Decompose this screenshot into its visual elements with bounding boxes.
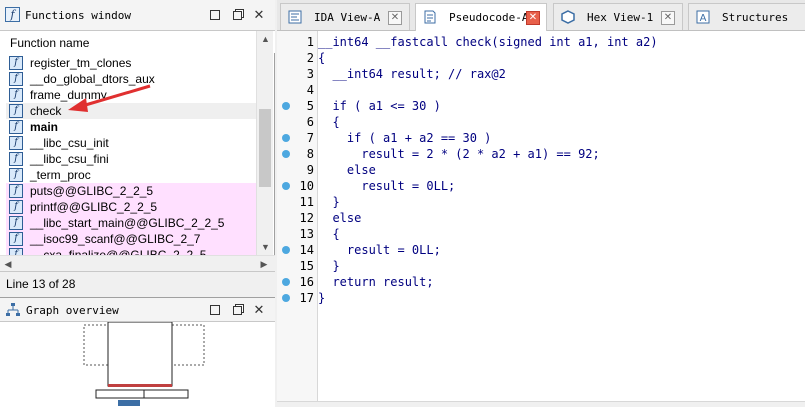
tab-close-icon[interactable]: ✕ [661,11,675,25]
code-text[interactable]: } [318,258,339,274]
pseudocode-view[interactable]: 1 __int64 __fastcall check(signed int a1,… [277,31,805,407]
restore-window-icon[interactable] [229,302,245,318]
line-status: Line 13 of 28 [6,277,76,291]
code-text[interactable]: } [318,194,339,210]
functions-window: f Functions window ✕ Function name f regi… [0,0,275,271]
graph-overview-canvas[interactable] [0,321,275,407]
code-text[interactable]: result = 2 * (2 * a2 + a1) == 92; [318,146,599,162]
code-text[interactable]: { [318,50,325,66]
code-line[interactable]: 14 result = 0LL; [277,242,805,258]
graph-icon [6,303,20,316]
tab-hex-view-1[interactable]: Hex View-1 ✕ [553,3,683,30]
line-number: 9 [306,163,314,177]
line-number: 2 [306,51,314,65]
line-number: 16 [299,275,314,289]
code-line[interactable]: 12 else [277,210,805,226]
code-text[interactable]: { [318,114,339,130]
code-line[interactable]: 15 } [277,258,805,274]
graph-overview-window: Graph overview ✕ [0,297,275,407]
code-line[interactable]: 11 } [277,194,805,210]
line-number: 1 [306,35,314,49]
code-text[interactable]: if ( a1 + a2 == 30 ) [318,130,492,146]
code-line[interactable]: 16 return result; [277,274,805,290]
code-text[interactable]: __int64 __fastcall check(signed int a1, … [318,34,658,50]
line-number: 17 [299,291,314,305]
graph-minimap[interactable] [0,321,275,407]
svg-text:A: A [700,13,707,24]
line-number: 3 [306,67,314,81]
ida-view-icon [288,10,302,24]
tab-pseudocode-a[interactable]: Pseudocode-A ✕ [415,3,547,31]
line-number: 7 [306,131,314,145]
status-bar: Line 13 of 28 [0,271,275,295]
tab-structures[interactable]: A Structures [688,3,805,30]
line-number: 4 [306,83,314,97]
tab-ida-view-a[interactable]: IDA View-A ✕ [280,3,410,30]
code-text[interactable]: } [318,290,325,306]
code-text[interactable]: else [318,162,376,178]
code-horizontal-scrollbar[interactable] [277,401,805,407]
close-icon[interactable]: ✕ [251,302,267,318]
code-line[interactable]: 3 __int64 result; // rax@2 [277,66,805,82]
code-text[interactable]: __int64 result; // rax@2 [318,66,505,82]
hex-view-icon [561,10,575,24]
code-line[interactable]: 2{ [277,50,805,66]
code-text[interactable]: else [318,210,361,226]
line-number: 13 [299,227,314,241]
code-line[interactable]: 10 result = 0LL; [277,178,805,194]
line-number: 11 [299,195,314,209]
code-line[interactable]: 5 if ( a1 <= 30 ) [277,98,805,114]
code-line[interactable]: 17} [277,290,805,306]
tab-close-icon[interactable]: ✕ [526,11,540,25]
code-text[interactable]: result = 0LL; [318,242,441,258]
line-number: 5 [306,99,314,113]
line-number: 15 [299,259,314,273]
line-number: 12 [299,211,314,225]
code-line[interactable]: 8 result = 2 * (2 * a2 + a1) == 92; [277,146,805,162]
graph-overview-title: Graph overview [26,304,119,317]
code-text[interactable]: if ( a1 <= 30 ) [318,98,440,114]
code-line[interactable]: 9 else [277,162,805,178]
code-text[interactable]: return result; [318,274,433,290]
code-text[interactable]: { [318,226,339,242]
graph-overview-titlebar: Graph overview ✕ [0,298,275,322]
line-number: 6 [306,115,314,129]
code-line[interactable]: 1 __int64 __fastcall check(signed int a1,… [277,34,805,50]
tab-close-icon[interactable]: ✕ [388,11,402,25]
annotation-arrow [68,84,151,112]
line-number: 14 [299,243,314,257]
pseudocode-icon [424,10,436,24]
line-number: 8 [306,147,314,161]
code-line[interactable]: 13 { [277,226,805,242]
structures-icon: A [696,10,710,24]
code-line[interactable]: 6 { [277,114,805,130]
code-line[interactable]: 4 [277,82,805,98]
code-text[interactable]: result = 0LL; [318,178,455,194]
tab-bar: IDA View-A ✕ Pseudocode-A ✕ Hex View-1 ✕… [277,0,805,31]
float-window-icon[interactable] [207,302,223,318]
code-line[interactable]: 7 if ( a1 + a2 == 30 ) [277,130,805,146]
line-number: 10 [299,179,314,193]
